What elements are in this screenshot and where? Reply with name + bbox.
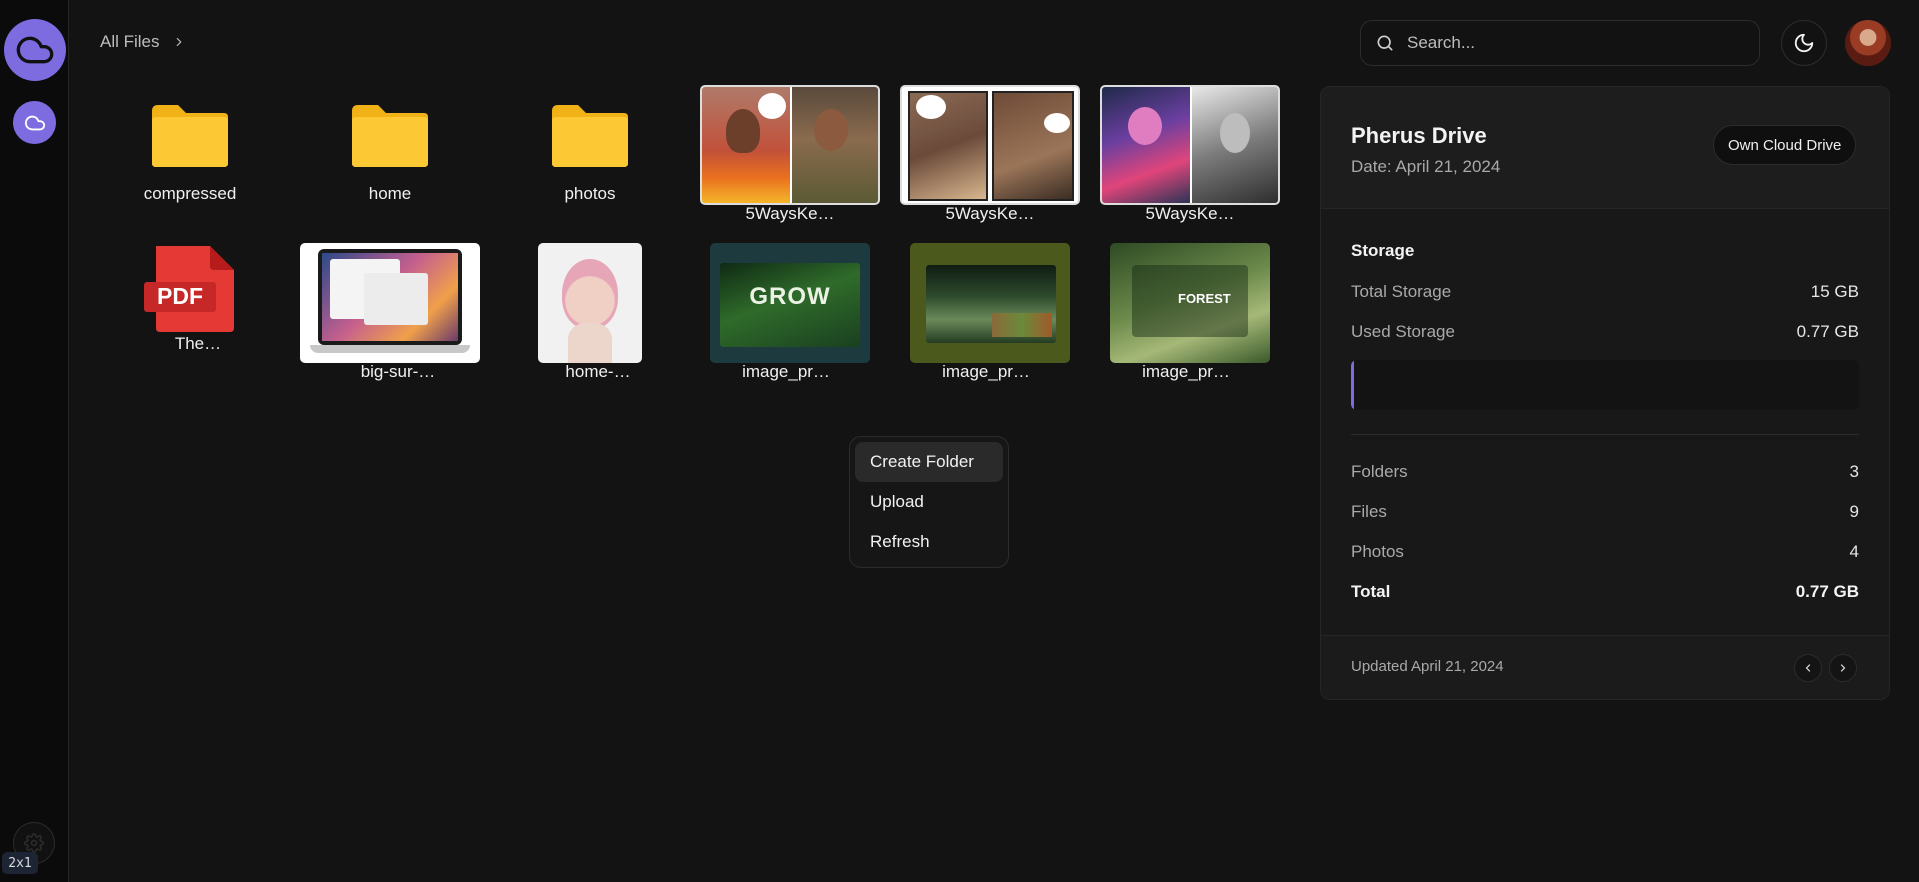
row-label: Folders bbox=[1351, 462, 1408, 481]
used-storage-row: Used Storage 0.77 GB bbox=[1351, 322, 1859, 342]
row-label: Used Storage bbox=[1351, 322, 1455, 341]
app-logo[interactable] bbox=[4, 19, 66, 81]
file-item[interactable]: 5WaysKe… bbox=[900, 0, 1080, 225]
folder-icon bbox=[152, 105, 228, 167]
comic-thumbnail bbox=[1100, 85, 1280, 205]
row-value: 9 bbox=[1849, 502, 1859, 521]
folders-row: Folders 3 bbox=[1351, 462, 1859, 482]
item-label: 5WaysKe… bbox=[1145, 204, 1235, 223]
search-box bbox=[1360, 20, 1760, 66]
row-value: 15 GB bbox=[1810, 282, 1859, 301]
item-label: The… bbox=[174, 334, 222, 353]
search-input[interactable] bbox=[1407, 33, 1759, 53]
image-thumbnail: GROW bbox=[710, 243, 870, 363]
chevron-right-icon bbox=[1840, 664, 1846, 672]
file-item[interactable]: home-… bbox=[500, 238, 680, 383]
folder-item[interactable]: photos bbox=[500, 0, 680, 210]
thumb-text: FOREST bbox=[1178, 291, 1231, 306]
file-item[interactable]: 5WaysKe… bbox=[1100, 0, 1280, 225]
image-thumbnail bbox=[910, 243, 1070, 363]
row-label: Total Storage bbox=[1351, 282, 1452, 301]
folder-icon bbox=[352, 105, 428, 167]
context-menu: Create Folder Upload Refresh bbox=[849, 436, 1009, 568]
previous-button[interactable] bbox=[1794, 654, 1822, 682]
total-storage-row: Total Storage 15 GB bbox=[1351, 282, 1859, 302]
search-icon bbox=[1377, 35, 1393, 51]
file-item[interactable]: FOREST image_pr… bbox=[1100, 238, 1280, 383]
divider bbox=[1351, 434, 1859, 435]
create-folder-menu-item[interactable]: Create Folder bbox=[855, 442, 1003, 482]
moon-icon bbox=[1794, 33, 1814, 53]
photos-row: Photos 4 bbox=[1351, 542, 1859, 562]
nav-cloud-button[interactable] bbox=[13, 101, 56, 144]
laptop-thumbnail bbox=[300, 243, 480, 363]
item-label: compressed bbox=[143, 184, 237, 203]
item-label: image_pr… bbox=[942, 362, 1030, 381]
storage-section-title: Storage bbox=[1351, 241, 1415, 260]
cloud-icon bbox=[24, 115, 45, 130]
folder-icon bbox=[552, 105, 628, 167]
comic-thumbnail bbox=[700, 85, 880, 205]
file-item[interactable]: GROW image_pr… bbox=[700, 238, 880, 383]
file-item[interactable]: big-sur-… bbox=[300, 238, 480, 383]
row-value: 4 bbox=[1849, 542, 1859, 561]
drive-date: Date: April 21, 2024 bbox=[1351, 157, 1501, 176]
drive-info-card: Pherus Drive Date: April 21, 2024 Own Cl… bbox=[1320, 86, 1890, 700]
item-label: home bbox=[368, 184, 412, 203]
item-label: home-… bbox=[565, 362, 631, 381]
folder-item[interactable]: compressed bbox=[100, 0, 280, 210]
cloud-icon bbox=[16, 36, 54, 64]
total-row: Total 0.77 GB bbox=[1351, 582, 1859, 602]
row-label: Total bbox=[1351, 582, 1391, 601]
pdf-icon-text: PDF bbox=[157, 283, 203, 309]
row-value: 0.77 GB bbox=[1795, 582, 1859, 601]
user-avatar[interactable] bbox=[1845, 20, 1891, 66]
upload-menu-item[interactable]: Upload bbox=[855, 482, 1003, 522]
image-thumbnail: FOREST bbox=[1110, 243, 1270, 363]
file-item[interactable]: image_pr… bbox=[900, 238, 1080, 383]
sidebar-rail: 2x1 bbox=[0, 0, 69, 882]
scale-badge: 2x1 bbox=[2, 852, 38, 874]
item-label: image_pr… bbox=[742, 362, 830, 381]
chevron-left-icon bbox=[1805, 664, 1811, 672]
file-item[interactable]: 5WaysKe… bbox=[700, 0, 880, 225]
item-label: 5WaysKe… bbox=[745, 204, 835, 223]
card-header: Pherus Drive Date: April 21, 2024 Own Cl… bbox=[1321, 87, 1889, 209]
gear-icon bbox=[24, 833, 44, 853]
drive-type-badge[interactable]: Own Cloud Drive bbox=[1713, 125, 1857, 165]
card-footer: Updated April 21, 2024 bbox=[1321, 635, 1889, 699]
updated-text: Updated April 21, 2024 bbox=[1351, 658, 1504, 675]
thumb-text: GROW bbox=[749, 283, 831, 310]
row-value: 0.77 GB bbox=[1796, 322, 1859, 341]
item-label: 5WaysKe… bbox=[945, 204, 1035, 223]
folder-item[interactable]: home bbox=[300, 0, 480, 210]
pdf-file-item[interactable]: PDF The… bbox=[100, 238, 280, 358]
refresh-menu-item[interactable]: Refresh bbox=[855, 522, 1003, 562]
item-label: image_pr… bbox=[1142, 362, 1230, 381]
theme-toggle-button[interactable] bbox=[1781, 20, 1827, 66]
row-label: Photos bbox=[1351, 542, 1404, 561]
portrait-thumbnail bbox=[538, 243, 642, 363]
comic-thumbnail bbox=[900, 85, 1080, 205]
drive-title: Pherus Drive bbox=[1351, 123, 1487, 148]
storage-usage-fill bbox=[1351, 360, 1354, 410]
item-label: photos bbox=[564, 184, 616, 203]
row-value: 3 bbox=[1849, 462, 1859, 481]
files-row: Files 9 bbox=[1351, 502, 1859, 522]
next-button[interactable] bbox=[1829, 654, 1857, 682]
item-label: big-sur-… bbox=[360, 362, 436, 381]
row-label: Files bbox=[1351, 502, 1387, 521]
storage-usage-bar bbox=[1351, 360, 1859, 410]
